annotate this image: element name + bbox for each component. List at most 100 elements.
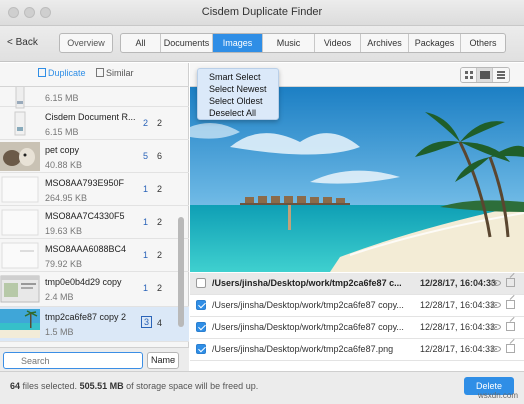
selected-count: 2: [143, 118, 149, 128]
eye-icon[interactable]: [491, 324, 501, 330]
selected-count: 1: [143, 217, 149, 227]
chevron-updown-icon: ↕: [172, 357, 177, 364]
sort-select-label: Name: [151, 355, 176, 365]
selected-count: 5: [143, 151, 149, 161]
table-row[interactable]: /Users/jinsha/Desktop/work/tmp2ca6fe87 c…: [190, 273, 524, 295]
file-path: /Users/jinsha/Desktop/work/tmp2ca6fe87.p…: [212, 344, 394, 354]
sort-select[interactable]: Name ↕: [147, 352, 179, 369]
reveal-in-finder-icon[interactable]: [506, 344, 515, 353]
tab-music[interactable]: Music: [263, 34, 315, 52]
list-item[interactable]: MSO8AA7C4330F5 19.63 KB 1 2: [0, 206, 189, 239]
group-name: MSO8AA793E950F: [45, 178, 125, 188]
selected-count: 1: [143, 283, 149, 293]
sidebar-scrollbar[interactable]: [178, 217, 184, 327]
watermark: wsxdn.com: [478, 391, 519, 400]
file-thumbnail: [0, 241, 40, 270]
list-item[interactable]: MSO8AAA6088BC4 79.92 KB 1 2: [0, 239, 189, 272]
tab-videos[interactable]: Videos: [315, 34, 361, 52]
preview-view-icon[interactable]: [477, 68, 493, 82]
group-name: tmp0e0b4d29 copy: [45, 277, 122, 287]
grid-view-icon[interactable]: [461, 68, 477, 82]
selected-file-count: 64: [10, 381, 21, 391]
mode-toggle: Duplicate Similar: [0, 63, 189, 87]
selection-summary: 64 files selected. 505.51 MB of storage …: [10, 381, 258, 391]
eye-icon[interactable]: [491, 280, 501, 286]
selected-count: 3: [141, 316, 153, 328]
file-checkbox[interactable]: [196, 278, 206, 288]
toolbar: < Back Overview All Documents Images Mus…: [0, 26, 524, 62]
reveal-in-finder-icon[interactable]: [506, 300, 515, 309]
list-item[interactable]: MSO8AA793E950F 264.95 KB 1 2: [0, 173, 189, 206]
file-date: 12/28/17, 16:04:33: [420, 278, 497, 288]
selected-count: 1: [143, 184, 149, 194]
list-view-icon[interactable]: [493, 68, 509, 82]
duplicate-mode-label: Duplicate: [48, 68, 86, 78]
group-name: pet copy: [45, 145, 80, 155]
table-row[interactable]: /Users/jinsha/Desktop/work/tmp2ca6fe87 c…: [190, 317, 524, 339]
total-count: 2: [157, 283, 163, 293]
table-row[interactable]: /Users/jinsha/Desktop/work/tmp2ca6fe87 c…: [190, 295, 524, 317]
file-thumbnail: [0, 274, 40, 303]
search-bar: Name ↕: [0, 347, 189, 371]
selected-count: 1: [143, 250, 149, 260]
file-thumbnail: [0, 208, 40, 237]
search-input[interactable]: [3, 352, 143, 369]
smart-select-menu-item[interactable]: Smart Select: [198, 71, 278, 83]
reveal-in-finder-icon[interactable]: [506, 322, 515, 331]
group-name: MSO8AA7C4330F5: [45, 211, 125, 221]
tab-others[interactable]: Others: [461, 34, 505, 52]
total-count: 2: [157, 118, 163, 128]
select-oldest-menu-item[interactable]: Select Oldest: [198, 95, 278, 107]
file-checkbox[interactable]: [196, 300, 206, 310]
tab-packages[interactable]: Packages: [409, 34, 461, 52]
group-size: 6.15 MB: [45, 127, 79, 137]
file-path: /Users/jinsha/Desktop/work/tmp2ca6fe87 c…: [212, 300, 404, 310]
file-thumbnail: [0, 309, 40, 338]
duplicate-group-sidebar: Duplicate Similar 6.15 MB Cisdem Documen…: [0, 63, 189, 371]
eye-icon[interactable]: [491, 346, 501, 352]
file-thumbnail: [0, 109, 40, 138]
file-date: 12/28/17, 16:04:33: [420, 344, 496, 354]
tab-archives[interactable]: Archives: [361, 34, 409, 52]
title-bar: Cisdem Duplicate Finder: [0, 0, 524, 26]
tab-images[interactable]: Images: [213, 34, 263, 52]
file-thumbnail: [0, 142, 40, 171]
list-item[interactable]: Cisdem Document R... 6.15 MB 2 2: [0, 107, 189, 140]
tab-all[interactable]: All: [121, 34, 161, 52]
similar-mode-button[interactable]: Similar: [96, 68, 134, 78]
window-title: Cisdem Duplicate Finder: [201, 6, 323, 18]
file-path: /Users/jinsha/Desktop/work/tmp2ca6fe87 c…: [212, 322, 404, 332]
freed-space-size: 505.51 MB: [79, 381, 124, 391]
eye-icon[interactable]: [491, 302, 501, 308]
group-size: 79.92 KB: [45, 259, 83, 269]
select-menu: Smart Select Select Newest Select Oldest…: [197, 68, 279, 120]
file-checkbox[interactable]: [196, 322, 206, 332]
duplicate-mode-button[interactable]: Duplicate: [38, 68, 86, 78]
duplicate-file-list: /Users/jinsha/Desktop/work/tmp2ca6fe87 c…: [190, 273, 524, 361]
selected-file-count-suffix: files selected.: [22, 381, 78, 391]
similar-icon: [96, 68, 104, 77]
similar-mode-label: Similar: [106, 68, 134, 78]
file-path: /Users/jinsha/Desktop/work/tmp2ca6fe87 c…: [212, 278, 402, 288]
list-item[interactable]: 6.15 MB: [0, 87, 189, 109]
total-count: 2: [157, 217, 163, 227]
group-name: MSO8AAA6088BC4: [45, 244, 127, 254]
deselect-all-menu-item[interactable]: Deselect All: [198, 107, 278, 119]
file-date: 12/28/17, 16:04:33: [420, 322, 496, 332]
select-newest-menu-item[interactable]: Select Newest: [198, 83, 278, 95]
list-item[interactable]: pet copy 40.88 KB 5 6: [0, 140, 189, 173]
file-thumbnail: [0, 175, 40, 204]
list-item-selected[interactable]: tmp2ca6fe87 copy 2 1.5 MB 3 4: [0, 307, 189, 342]
total-count: 4: [157, 318, 163, 328]
total-count: 2: [157, 250, 163, 260]
table-row[interactable]: /Users/jinsha/Desktop/work/tmp2ca6fe87.p…: [190, 339, 524, 361]
back-button[interactable]: < Back: [7, 37, 38, 48]
freed-space-suffix: of storage space will be freed up.: [126, 381, 259, 391]
overview-button[interactable]: Overview: [59, 33, 113, 53]
list-item[interactable]: tmp0e0b4d29 copy 2.4 MB 1 2: [0, 272, 189, 307]
group-name: tmp2ca6fe87 copy 2: [45, 312, 127, 322]
tab-documents[interactable]: Documents: [161, 34, 213, 52]
group-size: 40.88 KB: [45, 160, 83, 170]
reveal-in-finder-icon[interactable]: [506, 278, 515, 287]
file-checkbox[interactable]: [196, 344, 206, 354]
